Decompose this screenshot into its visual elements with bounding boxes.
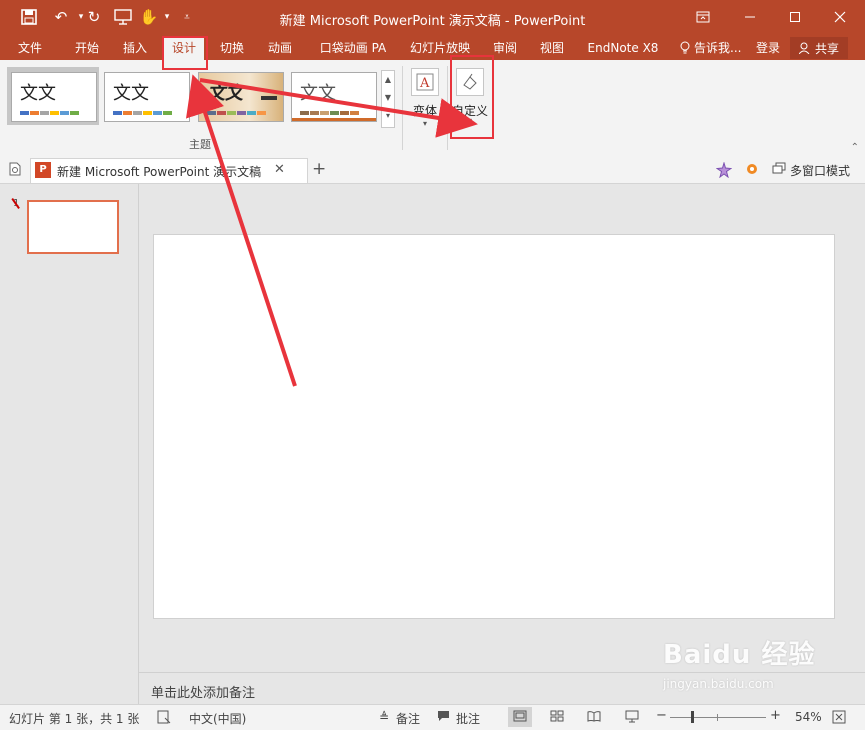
ribbon-design: 文文 文文 文文 文文 ▲ ▼ ▾ 主题 A 变体 ▾ 自定义 ▾ ⌃ — [0, 60, 865, 158]
theme-office[interactable]: 文文 — [11, 72, 97, 122]
accessibility-icon[interactable] — [157, 710, 171, 727]
gallery-scroll-down-icon[interactable]: ▼ — [382, 89, 394, 107]
maximize-icon[interactable] — [775, 0, 815, 34]
tab-insert[interactable]: 插入 — [113, 36, 157, 60]
multi-window-icon[interactable] — [772, 162, 786, 177]
slide-sorter-icon[interactable] — [550, 710, 564, 725]
highlight-design-tab — [162, 36, 208, 70]
comments-toggle-label[interactable]: 批注 — [456, 710, 480, 727]
settings-gear-icon[interactable] — [745, 162, 759, 179]
tab-endnote[interactable]: EndNote X8 — [582, 36, 664, 60]
tab-pocket-animation[interactable]: 口袋动画 PA — [312, 36, 394, 60]
theme-gallery-scroll[interactable]: ▲ ▼ ▾ — [381, 70, 395, 128]
powerpoint-file-icon: P — [35, 162, 51, 178]
person-icon — [798, 42, 810, 54]
tell-me-search[interactable]: 告诉我... — [694, 36, 744, 60]
zoom-slider-center-tick — [717, 714, 718, 721]
minimize-icon[interactable] — [730, 0, 770, 34]
zoom-out-icon[interactable]: − — [656, 708, 667, 723]
theme-office-2[interactable]: 文文 — [104, 72, 190, 122]
lightbulb-icon[interactable] — [676, 36, 694, 60]
theme-color-bars — [113, 111, 172, 115]
ribbon-tab-bar: 文件 开始 插入 设计 切换 动画 口袋动画 PA 幻灯片放映 审阅 视图 En… — [0, 36, 865, 60]
share-button[interactable]: 共享 — [790, 37, 848, 59]
slideshow-view-icon[interactable] — [625, 710, 639, 726]
notes-icon[interactable]: ≜ — [379, 710, 389, 724]
svg-text:A: A — [419, 76, 430, 91]
watermark-url: jingyan.baidu.com — [663, 677, 774, 691]
comments-icon[interactable] — [437, 710, 450, 725]
new-tab-icon[interactable]: + — [312, 159, 326, 179]
notes-placeholder: 单击此处添加备注 — [151, 686, 256, 701]
document-tab[interactable]: P 新建 Microsoft PowerPoint 演示文稿 ✕ — [30, 158, 308, 183]
variants-button[interactable]: A 变体 ▾ — [406, 68, 444, 128]
zoom-in-icon[interactable]: + — [770, 708, 781, 723]
baidu-jingyan-watermark: Baidu 经验 jingyan.baidu.com — [663, 634, 863, 704]
title-bar: ↶ ▾ ↻ ✋ ▾ ⩡ 新建 Microsoft PowerPoint 演示文稿… — [0, 0, 865, 36]
sign-in-link[interactable]: 登录 — [752, 36, 784, 60]
reading-view-icon[interactable] — [587, 710, 601, 725]
slide-count-status: 幻灯片 第 1 张，共 1 张 — [9, 712, 140, 726]
theme-color-bars — [207, 111, 266, 115]
close-tab-icon[interactable]: ✕ — [274, 162, 285, 177]
group-divider — [447, 66, 448, 150]
highlight-customize-button — [450, 55, 494, 139]
theme-sample-text: 文文 — [113, 83, 149, 104]
variants-label: 变体 — [412, 104, 437, 118]
zoom-level[interactable]: 54% — [795, 710, 822, 724]
language-status[interactable]: 中文(中国) — [189, 710, 246, 727]
theme-color-bars — [300, 111, 359, 115]
document-tab-strip: P 新建 Microsoft PowerPoint 演示文稿 ✕ + 多窗口模式 — [0, 157, 865, 184]
theme-sample-text: 文文 — [300, 83, 336, 104]
gallery-more-icon[interactable]: ▾ — [382, 107, 394, 125]
tab-file[interactable]: 文件 — [9, 36, 51, 60]
variants-icon: A — [411, 68, 439, 96]
status-bar: 幻灯片 第 1 张，共 1 张 中文(中国) ≜ 备注 批注 − + 54% — [0, 704, 865, 730]
themes-group-label: 主题 — [189, 138, 211, 151]
multi-window-label[interactable]: 多窗口模式 — [790, 162, 850, 179]
new-document-icon[interactable] — [8, 162, 22, 179]
slide-editor — [139, 184, 865, 672]
close-icon[interactable] — [820, 0, 860, 34]
magic-wand-icon[interactable] — [715, 161, 733, 181]
share-label: 共享 — [814, 41, 839, 56]
theme-textured[interactable]: 文文 — [198, 72, 284, 122]
gallery-scroll-up-icon[interactable]: ▲ — [382, 71, 394, 89]
group-divider — [402, 66, 403, 150]
ribbon-display-options-icon[interactable] — [683, 0, 723, 34]
slide-thumbnail-pane: 1 — [0, 184, 139, 704]
theme-organic[interactable]: 文文 — [291, 72, 377, 122]
zoom-slider[interactable] — [670, 717, 766, 718]
fit-to-window-icon[interactable] — [832, 710, 846, 727]
variants-dropdown-icon[interactable]: ▾ — [406, 119, 444, 128]
tab-transitions[interactable]: 切换 — [210, 36, 254, 60]
document-tab-label: 新建 Microsoft PowerPoint 演示文稿 — [57, 165, 262, 179]
normal-view-icon[interactable] — [513, 710, 527, 725]
watermark-brand: Baidu 经验 — [663, 640, 816, 670]
zoom-slider-thumb[interactable] — [691, 711, 694, 723]
collapse-ribbon-icon[interactable]: ⌃ — [851, 142, 859, 153]
tab-home[interactable]: 开始 — [65, 36, 109, 60]
theme-sample-text: 文文 — [20, 83, 56, 104]
tab-animations[interactable]: 动画 — [258, 36, 302, 60]
tab-view[interactable]: 视图 — [533, 36, 571, 60]
theme-color-bars — [20, 111, 79, 115]
slide-thumbnail[interactable] — [27, 200, 119, 254]
theme-bottom-stripe — [292, 118, 376, 121]
theme-sample-text: 文文 — [207, 83, 243, 104]
notes-toggle-label[interactable]: 备注 — [396, 710, 420, 727]
theme-accent-bar — [261, 96, 277, 100]
slide-canvas[interactable] — [153, 234, 835, 619]
